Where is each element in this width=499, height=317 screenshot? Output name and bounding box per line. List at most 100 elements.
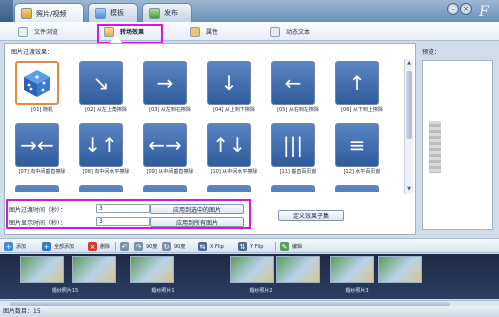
transition-thumbnail[interactable]: ↓↑ (15, 185, 59, 192)
transition-cell[interactable]: ⇄ (138, 181, 202, 192)
y-flip-label: Y Flip (250, 243, 264, 250)
transition-cell[interactable]: ←→ [09] 从中间垂直擦除 (138, 119, 202, 181)
film-frame-thumbnail[interactable] (20, 256, 64, 283)
publish-icon (149, 7, 160, 19)
apply-selected-button[interactable]: 应用到选中的图片 (150, 204, 244, 214)
rotate-90-cw-button[interactable]: ↻ 90度 (162, 241, 185, 252)
transition-grid: [01] 随机 ↘ [02] 从左上角擦除 → [03] 从左到右擦除 ↓ [04] 从上到… (8, 57, 403, 192)
transition-thumbnail[interactable]: ↑↓ (207, 123, 251, 167)
transition-thumbnail[interactable]: ↘ (79, 61, 123, 105)
transition-thumbnail[interactable]: → (143, 61, 187, 105)
transition-cell[interactable]: ||| [11] 垂直百页窗 (266, 119, 330, 181)
rotate-90-cw-label: 90度 (174, 244, 186, 250)
transition-cell[interactable]: ↓↑ [08] 向中间水平擦除 (74, 119, 138, 181)
transition-cell[interactable]: ↑ [06] 从下到上擦除 (330, 57, 394, 119)
transition-cell[interactable]: → [03] 从左到右擦除 (138, 57, 202, 119)
transition-thumbnail[interactable]: ← (271, 61, 315, 105)
transition-cell[interactable]: ▥ (266, 181, 330, 192)
transition-cell[interactable]: [01] 随机 (10, 57, 74, 119)
film-frame-label: 婚纱照片1 (151, 288, 175, 294)
minimize-icon[interactable]: – (447, 3, 459, 15)
x-flip-button[interactable]: ⇆ X Flip (198, 241, 224, 252)
delete-label: 删除 (100, 244, 111, 250)
edit-label: 编辑 (292, 244, 303, 250)
add-button[interactable]: + 添加 (4, 241, 26, 252)
subtab-file-browse-label: 文件浏览 (34, 29, 59, 36)
transition-cell[interactable]: ≡ [12] 水平百页窗 (330, 119, 394, 181)
transition-thumbnail[interactable]: ▥ (271, 185, 315, 192)
film-frame-thumbnail[interactable] (378, 256, 422, 283)
toolbar-divider (115, 242, 116, 251)
tab-template-label: 模板 (110, 9, 124, 17)
film-frame-thumbnail[interactable] (330, 256, 374, 283)
film-frame-thumbnail[interactable] (130, 256, 174, 283)
add-all-icon: + (42, 242, 51, 251)
transition-thumbnail[interactable]: ≡ (335, 123, 379, 167)
status-bar: 图片数目：15 (0, 306, 499, 317)
transition-cell[interactable]: →← [07] 向中间垂直擦除 (10, 119, 74, 181)
transition-cell[interactable]: ← [05] 从右到左擦除 (266, 57, 330, 119)
transition-thumbnail[interactable]: ||| (271, 123, 315, 167)
transition-cell[interactable]: ↓ [04] 从上到下擦除 (202, 57, 266, 119)
edit-button[interactable]: ✎ 编辑 (280, 241, 302, 252)
transition-cell[interactable]: ✦ (74, 181, 138, 192)
scroll-up-icon[interactable]: ▲ (406, 60, 412, 66)
display-time-input[interactable]: 3 (96, 217, 150, 226)
transition-cell[interactable]: ↑↓ [10] 从中间水平擦除 (202, 119, 266, 181)
transition-thumbnail[interactable]: ↑ (335, 61, 379, 105)
scroll-down-icon[interactable]: ▼ (406, 186, 412, 192)
close-icon[interactable]: × (460, 3, 472, 15)
transition-thumbnail[interactable]: ↓ (207, 61, 251, 105)
transition-thumbnail[interactable]: ✦ (79, 185, 123, 192)
transition-label: [02] 从左上角擦除 (85, 107, 127, 113)
photo-video-icon (21, 8, 32, 19)
transition-cell[interactable]: ▤ (330, 181, 394, 192)
subtab-dynamic-text[interactable]: 动态文本 (270, 24, 310, 39)
apply-all-button[interactable]: 应用到所有图片 (150, 217, 244, 227)
transition-thumbnail[interactable]: ▤ (335, 185, 379, 192)
tab-publish[interactable]: 发布 (142, 3, 192, 22)
define-subset-button[interactable]: 定义效果子集 (278, 210, 344, 221)
y-flip-button[interactable]: ⇅ Y Flip (238, 241, 263, 252)
subtab-file-browse[interactable]: 文件浏览 (18, 24, 58, 39)
y-flip-icon: ⇅ (238, 242, 247, 251)
transition-label: [09] 从中间垂直擦除 (146, 169, 194, 175)
transition-vertical-scrollbar[interactable]: ▲ ▼ (404, 59, 413, 194)
transition-thumbnail[interactable]: ↓↑ (79, 123, 123, 167)
transition-cell[interactable]: ▦ (202, 181, 266, 192)
rotate-ccw-button[interactable]: ↶ (120, 241, 129, 252)
transition-arrow-icon: ≡ (348, 133, 366, 157)
transition-cell[interactable]: ↓↑ (10, 181, 74, 192)
film-frame-thumbnail[interactable] (276, 256, 320, 283)
transition-arrow-icon: ||| (282, 133, 304, 157)
transition-thumbnail[interactable]: ⇄ (143, 185, 187, 192)
rotate-90-button[interactable]: ↷ 90度 (134, 241, 157, 252)
transition-thumbnail[interactable]: ←→ (143, 123, 187, 167)
image-count-text: 图片数目：15 (3, 308, 41, 315)
film-frame-thumbnail[interactable] (72, 256, 116, 283)
transition-thumbnail[interactable]: →← (15, 123, 59, 167)
dice-icon[interactable] (15, 61, 59, 105)
transition-label: [05] 从右到左擦除 (277, 107, 319, 113)
transition-arrow-icon: ↑ (348, 71, 366, 95)
tab-template[interactable]: 模板 (88, 3, 138, 22)
subtab-properties[interactable]: 属性 (190, 24, 218, 39)
transition-panel: 图片过渡效果： [01] 随机 ↘ [02] 从左上角擦除 → [03] 从左到右擦除 ↓… (4, 43, 416, 235)
transition-thumbnail[interactable]: ▦ (207, 185, 251, 192)
rotate-ccw-icon: ↶ (120, 242, 129, 251)
toolbar-divider (275, 242, 276, 251)
preview-label: 预览： (422, 49, 441, 56)
transition-cell[interactable]: ↘ [02] 从左上角擦除 (74, 57, 138, 119)
dice-icon-svg (24, 70, 50, 97)
transition-label: [04] 从上到下擦除 (213, 107, 255, 113)
scrollbar-thumb[interactable] (406, 71, 412, 139)
transition-time-input[interactable]: 3 (96, 204, 150, 213)
film-frame-thumbnail[interactable] (230, 256, 274, 283)
tab-publish-label: 发布 (164, 9, 178, 17)
properties-icon (190, 26, 200, 37)
tab-photo-video[interactable]: 照片/视频 (14, 3, 84, 23)
delete-button[interactable]: × 删除 (88, 241, 110, 252)
add-all-button[interactable]: + 全部添加 (42, 241, 74, 252)
rotate-90-label: 90度 (146, 244, 158, 250)
preview-pane (422, 60, 493, 230)
